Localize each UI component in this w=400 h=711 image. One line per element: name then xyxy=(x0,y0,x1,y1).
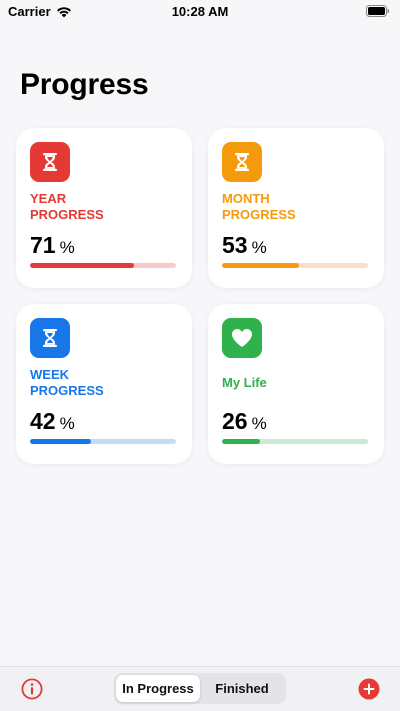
value-unit: % xyxy=(251,238,267,257)
card-value: 26 % xyxy=(222,408,267,435)
icon-badge xyxy=(30,142,70,182)
card-week-progress[interactable]: WEEK PROGRESS 42 % xyxy=(16,304,192,464)
hourglass-icon xyxy=(235,153,249,171)
value-unit: % xyxy=(59,238,75,257)
progress-fill xyxy=(30,439,92,444)
info-icon[interactable] xyxy=(21,678,43,700)
card-value: 53 % xyxy=(222,232,267,259)
card-year-progress[interactable]: YEAR PROGRESS 71 % xyxy=(16,128,192,288)
hourglass-icon xyxy=(43,329,57,347)
value-number: 42 xyxy=(30,408,56,434)
battery-icon xyxy=(366,5,390,17)
clock: 10:28 AM xyxy=(171,4,229,19)
segmented-control: In Progress Finished xyxy=(114,673,286,704)
card-my-life[interactable]: My Life 26 % xyxy=(208,304,384,464)
value-unit: % xyxy=(251,414,267,433)
progress-bar xyxy=(222,263,368,268)
value-number: 26 xyxy=(222,408,248,434)
segment-finished[interactable]: Finished xyxy=(200,675,284,702)
card-label: MONTH PROGRESS xyxy=(222,191,296,222)
icon-badge xyxy=(222,142,262,182)
bottom-toolbar: In Progress Finished xyxy=(0,666,400,711)
card-value: 42 % xyxy=(30,408,75,435)
value-number: 71 xyxy=(30,232,56,258)
add-icon[interactable] xyxy=(358,678,380,700)
value-unit: % xyxy=(59,414,75,433)
progress-fill xyxy=(30,263,134,268)
card-label: YEAR PROGRESS xyxy=(30,191,104,222)
page-title: Progress xyxy=(20,68,149,101)
progress-fill xyxy=(222,263,300,268)
progress-fill xyxy=(222,439,260,444)
card-value: 71 % xyxy=(30,232,75,259)
progress-bar xyxy=(222,439,368,444)
card-label: My Life xyxy=(222,375,267,390)
status-bar: Carrier 10:28 AM xyxy=(0,0,400,22)
heart-icon xyxy=(232,329,252,347)
card-label: WEEK PROGRESS xyxy=(30,367,104,398)
card-month-progress[interactable]: MONTH PROGRESS 53 % xyxy=(208,128,384,288)
hourglass-icon xyxy=(43,153,57,171)
progress-bar xyxy=(30,263,176,268)
icon-badge xyxy=(222,318,262,358)
segment-in-progress[interactable]: In Progress xyxy=(116,675,200,702)
progress-bar xyxy=(30,439,176,444)
value-number: 53 xyxy=(222,232,248,258)
icon-badge xyxy=(30,318,70,358)
